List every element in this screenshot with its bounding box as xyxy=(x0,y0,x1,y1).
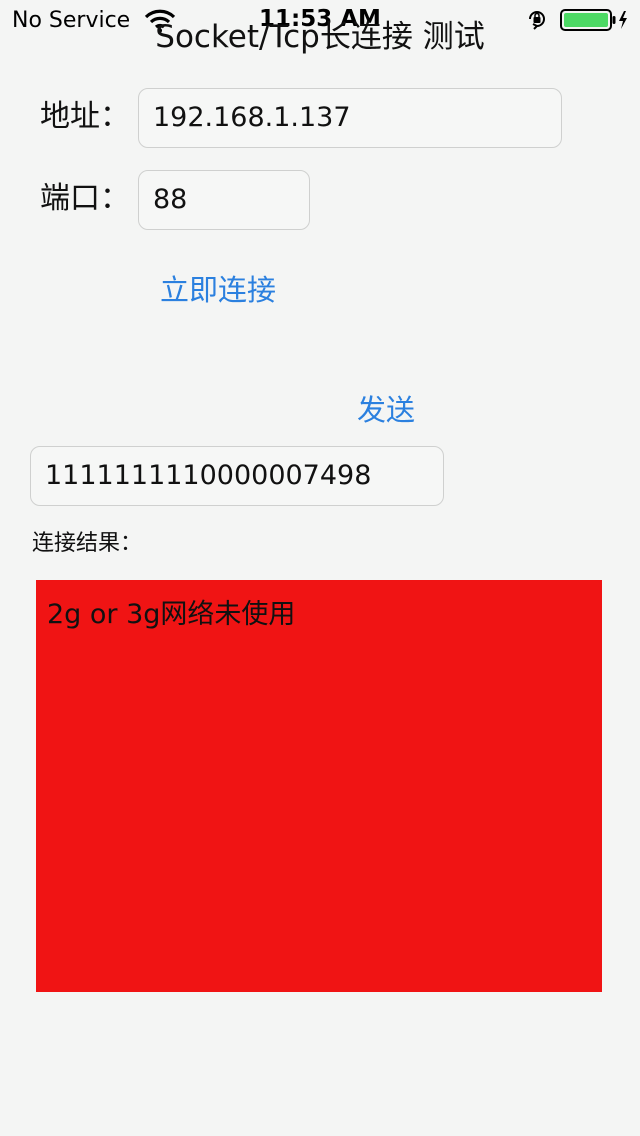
result-label: 连接结果： xyxy=(32,531,143,556)
connect-button[interactable]: 立即连接 xyxy=(160,272,276,308)
address-input[interactable]: 192.168.1.137 xyxy=(138,88,562,148)
result-output: 2g or 3g网络未使用 xyxy=(36,580,602,992)
page-title: Socket/Tcp长连接 测试 xyxy=(155,19,485,55)
port-label: 端口： xyxy=(40,181,130,216)
send-button[interactable]: 发送 xyxy=(357,392,415,428)
app-screen: No Service 11:53 AM Socket/Tcp长连接 测试 地址：… xyxy=(0,0,640,1136)
result-text: 2g or 3g网络未使用 xyxy=(47,599,296,630)
message-input[interactable]: 1111111110000007498 xyxy=(30,446,444,506)
address-label: 地址： xyxy=(40,99,130,134)
port-input[interactable]: 88 xyxy=(138,170,310,230)
